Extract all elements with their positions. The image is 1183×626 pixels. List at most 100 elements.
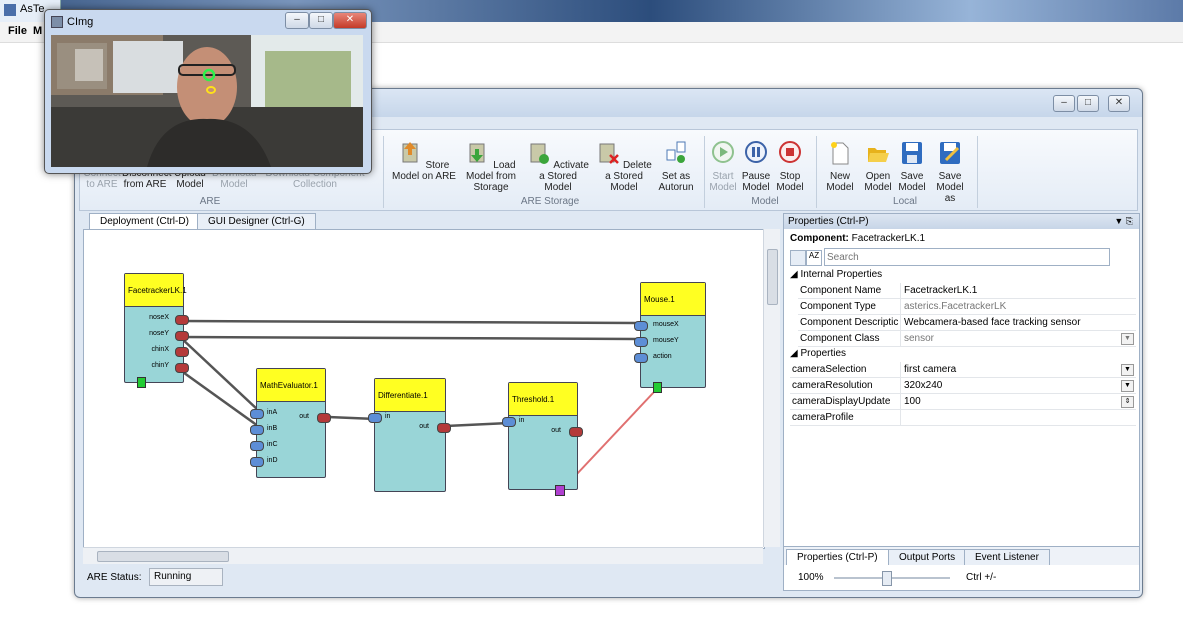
store-model-on-are-button[interactable]: Store Model on ARE [392, 140, 456, 182]
save-icon [902, 142, 922, 164]
input-port[interactable] [250, 441, 264, 451]
port-label: in [385, 413, 391, 420]
event-port[interactable] [137, 377, 146, 388]
input-port[interactable] [634, 321, 648, 331]
webcam-window-title: CImg [67, 16, 94, 28]
dropdown-icon: ▼ [1121, 364, 1134, 376]
properties-pane: Properties (Ctrl-P) ▼ ⎘ Component: Facet… [783, 213, 1140, 591]
property-row[interactable]: cameraProfile [790, 410, 1136, 426]
set-as-autorun-button[interactable]: Set as Autorun [656, 140, 696, 193]
ribbon-separator [383, 136, 384, 208]
component-mouse[interactable]: Mouse.1 mouseX mouseY action [634, 282, 706, 393]
input-port[interactable] [250, 409, 264, 419]
port-label: inB [267, 425, 278, 432]
scroll-thumb[interactable] [97, 551, 229, 562]
dropdown-icon: ▼ [1121, 333, 1134, 345]
save-model-as-button[interactable]: Save Model as [930, 140, 970, 204]
component-math-evaluator[interactable]: MathEvaluator.1 inA inB inC inD out [250, 368, 331, 478]
new-model-button[interactable]: New Model [822, 140, 858, 193]
output-port[interactable] [317, 413, 331, 423]
port-label: mouseX [653, 321, 679, 328]
minimize-button[interactable]: – [1053, 95, 1075, 112]
tab-properties[interactable]: Properties (Ctrl-P) [786, 549, 889, 565]
tab-deployment[interactable]: Deployment (Ctrl-D) [89, 213, 200, 229]
input-port[interactable] [250, 425, 264, 435]
zoom-slider-thumb[interactable] [882, 571, 892, 586]
component-differentiate[interactable]: Differentiate.1 in out [368, 378, 451, 492]
webcam-minimize-button[interactable]: – [285, 12, 309, 29]
event-port[interactable] [653, 382, 662, 393]
component-title: MathEvaluator.1 [257, 369, 325, 402]
pause-icon [745, 141, 767, 163]
activate-stored-model-button[interactable]: Activate a Stored Model [526, 140, 590, 193]
property-row[interactable]: Component Descriptic Webcamera-based face… [798, 315, 1136, 331]
ribbon-separator [704, 136, 705, 208]
tab-output-ports[interactable]: Output Ports [888, 549, 967, 565]
ribbon-group-storage: ARE Storage [520, 196, 580, 207]
component-threshold[interactable]: Threshold.1 in out [502, 382, 583, 496]
output-port[interactable] [437, 423, 451, 433]
webcam-frame [51, 35, 363, 167]
properties-section[interactable]: ◢ Properties [790, 348, 846, 359]
menu-fragment[interactable]: M [33, 25, 42, 37]
zoom-hint: Ctrl +/- [966, 572, 997, 583]
zoom-slider[interactable] [834, 571, 950, 586]
property-row[interactable]: Component Type asterics.FacetrackerLK [798, 299, 1136, 315]
app-icon [4, 4, 16, 16]
start-model-button[interactable]: Start Model [708, 140, 738, 193]
activate-model-icon [530, 143, 550, 164]
property-row[interactable]: cameraResolution 320x240 ▼ [790, 378, 1136, 394]
ribbon-separator [977, 136, 978, 208]
port-label: chinY [151, 362, 169, 369]
component-facetracker[interactable]: FacetrackerLK.1 noseX noseY chinX chinY [124, 273, 189, 388]
ribbon-separator [816, 136, 817, 208]
webcam-close-button[interactable]: ✕ [333, 12, 367, 29]
stop-model-button[interactable]: Stop Model [774, 140, 806, 193]
output-port[interactable] [175, 363, 189, 373]
ribbon-group-local: Local [893, 196, 917, 207]
output-port[interactable] [175, 315, 189, 325]
canvas-vertical-scrollbar[interactable] [763, 229, 780, 547]
autorun-icon [666, 141, 686, 163]
property-row[interactable]: cameraDisplayUpdate 100 ⇕ [790, 394, 1136, 410]
webcam-maximize-button[interactable]: □ [309, 12, 333, 29]
delete-stored-model-button[interactable]: Delete a Stored Model [592, 140, 656, 193]
property-search-input[interactable] [824, 248, 1110, 266]
tab-event-listener[interactable]: Event Listener [964, 549, 1050, 565]
save-model-button[interactable]: Save Model [896, 140, 928, 193]
input-port[interactable] [634, 337, 648, 347]
property-row[interactable]: cameraSelection first camera ▼ [790, 362, 1136, 378]
menu-file[interactable]: File [8, 25, 27, 37]
app-title: AsTe [20, 3, 45, 15]
port-label: chinX [151, 346, 169, 353]
close-button[interactable]: ✕ [1108, 95, 1130, 112]
output-port[interactable] [569, 427, 583, 437]
sort-alphabetical-icon[interactable]: AZ [806, 250, 822, 266]
output-port[interactable] [175, 331, 189, 341]
canvas-horizontal-scrollbar[interactable] [83, 547, 763, 564]
input-port[interactable] [634, 353, 648, 363]
open-model-button[interactable]: Open Model [860, 140, 896, 193]
deployment-canvas[interactable]: FacetrackerLK.1 noseX noseY chinX chinY … [83, 229, 765, 549]
load-model-from-storage-button[interactable]: Load Model from Storage [456, 140, 526, 193]
ribbon-group-model: Model [751, 196, 779, 207]
new-file-icon [831, 142, 849, 165]
stop-icon [779, 141, 801, 163]
webcam-window[interactable]: CImg – □ ✕ [44, 9, 372, 174]
event-trigger-port[interactable] [555, 485, 565, 496]
tab-gui-designer[interactable]: GUI Designer (Ctrl-G) [197, 213, 316, 229]
categorized-icon[interactable] [790, 250, 806, 266]
input-port[interactable] [502, 417, 516, 427]
property-row[interactable]: Component Name FacetrackerLK.1 [798, 283, 1136, 299]
property-row[interactable]: Component Class sensor ▼ [798, 331, 1136, 347]
scroll-thumb[interactable] [767, 249, 778, 305]
component-title: FacetrackerLK.1 [125, 274, 187, 307]
output-port[interactable] [175, 347, 189, 357]
input-port[interactable] [368, 413, 382, 423]
input-port[interactable] [250, 457, 264, 467]
internal-properties-section[interactable]: ◢ Internal Properties [790, 269, 882, 280]
maximize-button[interactable]: □ [1077, 95, 1099, 112]
pause-model-button[interactable]: Pause Model [740, 140, 772, 193]
window-icon [51, 16, 63, 28]
pin-icon[interactable]: ▼ ⎘ [1114, 214, 1133, 229]
